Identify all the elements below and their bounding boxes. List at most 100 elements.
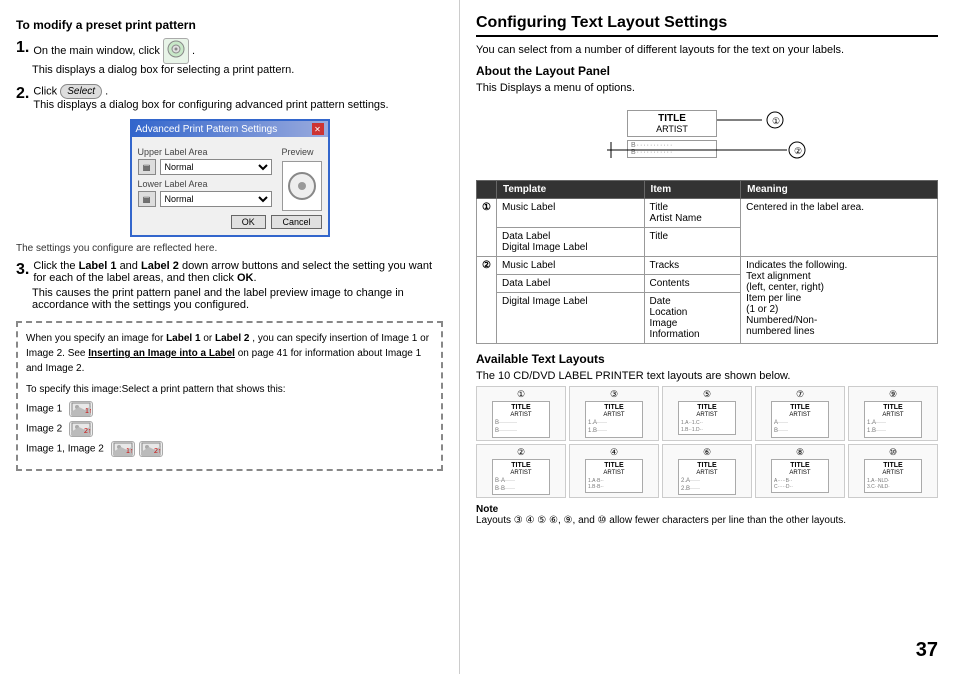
image2-icon: 2↑ [69, 421, 93, 437]
lower-icon: ▤ [138, 191, 156, 207]
preview-inner [298, 182, 306, 190]
meaning-centered: Centered in the label area. [741, 199, 938, 257]
lower-label-row: ▤ Normal [138, 191, 272, 207]
layout-preview: TITLE ARTIST 2.A····· 2.B····· [678, 459, 736, 495]
step-3-text4: . [253, 272, 256, 284]
template-digital2: Digital Image Label [496, 293, 644, 344]
list-item: ④ TITLE ARTIST 1.A·B·· 1.B·B·· [569, 444, 659, 498]
table-row: ① Music Label TitleArtist Name Centered … [477, 199, 938, 228]
lower-label-select[interactable]: Normal [160, 191, 272, 207]
list-item: ② TITLE ARTIST B·A····· B·B····· [476, 444, 566, 498]
list-item: ① TITLE ARTIST B········· B········· [476, 386, 566, 440]
svg-text:2↑: 2↑ [84, 428, 91, 435]
svg-text:1↑: 1↑ [85, 408, 91, 415]
step-1-number: 1. [16, 38, 29, 57]
lower-label-section: Lower Label Area [138, 179, 272, 189]
note-para2: To specify this image:Select a print pat… [26, 382, 433, 397]
layout-num: ③ [572, 389, 656, 400]
list-item: ⑥ TITLE ARTIST 2.A····· 2.B····· [662, 444, 752, 498]
meaning-indicates: Indicates the following.Text alignment(l… [741, 257, 938, 344]
right-column: Configuring Text Layout Settings You can… [460, 0, 954, 674]
diagram-annotations: ① ② [597, 102, 817, 172]
item-title2: Title [644, 228, 741, 257]
step-2-text2: . [105, 85, 108, 97]
layout-preview: TITLE ARTIST 1.A·B·· 1.B·B·· [585, 459, 643, 493]
list-item: ③ TITLE ARTIST 1.A····· 1.B····· [569, 386, 659, 440]
layout-preview: TITLE ARTIST 1.A····· 1.B····· [864, 401, 922, 437]
item-date-location: DateLocationImageInformation [644, 293, 741, 344]
note-text: Layouts ③ ④ ⑤ ⑥, ⑨, and ⑩ allow fewer ch… [476, 515, 846, 526]
layout-preview: TITLE ARTIST A····· B····· [771, 401, 829, 437]
left-column: To modify a preset print pattern 1. On t… [0, 0, 460, 674]
template-music2: Music Label [496, 257, 644, 275]
step-3: 3. Click the Label 1 and Label 2 down ar… [16, 260, 443, 311]
layout-preview: TITLE ARTIST B·A····· B·B····· [492, 459, 550, 495]
step-2: 2. Click Select . This displays a dialog… [16, 84, 443, 111]
svg-text:1↑: 1↑ [126, 448, 133, 455]
dialog-buttons: OK Cancel [138, 215, 322, 229]
page-number: 37 [916, 639, 938, 662]
preview-box [282, 161, 322, 211]
step-2-number: 2. [16, 84, 29, 103]
step-3-label1: Label 1 [79, 260, 117, 272]
step-2-text3: This displays a dialog box for configuri… [32, 99, 443, 111]
item-title-artist: TitleArtist Name [644, 199, 741, 228]
right-heading: Configuring Text Layout Settings [476, 14, 938, 37]
step-2-content: Click Select . This displays a dialog bo… [32, 84, 443, 111]
svg-text:①: ① [772, 116, 780, 126]
step-3-text1: Click the [33, 260, 75, 272]
table-row: ② Music Label Tracks Indicates the follo… [477, 257, 938, 275]
layout-preview: TITLE ARTIST 1.A····· 1.B····· [585, 401, 643, 437]
note-p2: To specify this image:Select a print pat… [26, 384, 286, 395]
dialog-close-button[interactable]: ✕ [312, 123, 324, 135]
image1-icon: 1↑ [69, 401, 93, 417]
layout-preview: TITLE ARTIST 1.A··NLD· 3.C··NLD· [864, 459, 922, 493]
ok-button[interactable]: OK [231, 215, 266, 229]
note-para1: When you specify an image for Label 1 or… [26, 331, 433, 376]
right-intro: You can select from a number of differen… [476, 43, 938, 58]
step-3-ok: OK [237, 272, 254, 284]
layout-num: ② [479, 447, 563, 458]
cancel-button[interactable]: Cancel [271, 215, 321, 229]
layout-preview: TITLE ARTIST B········· B········· [492, 401, 550, 437]
step-3-text2: and [120, 260, 138, 272]
note-title: Note [476, 504, 498, 515]
step-3-content: Click the Label 1 and Label 2 down arrow… [32, 260, 443, 311]
row-group-1: ① [477, 199, 497, 257]
layout-num: ⑥ [665, 447, 749, 458]
layout-preview: TITLE ARTIST A·····B·· C·····D·· [771, 459, 829, 493]
note-image12-row: Image 1, Image 2 1↑ 2↑ [26, 441, 433, 457]
image2-label: Image 2 [26, 424, 62, 435]
layout-table: Template Item Meaning ① Music Label Titl… [476, 180, 938, 344]
preview-label: Preview [282, 147, 322, 157]
dialog-caption: The settings you configure are reflected… [16, 243, 443, 254]
dialog-box: Advanced Print Pattern Settings ✕ Previe… [130, 119, 330, 237]
list-item: ⑧ TITLE ARTIST A·····B·· C·····D·· [755, 444, 845, 498]
upper-label-section: Upper Label Area [138, 147, 272, 157]
left-heading: To modify a preset print pattern [16, 18, 443, 32]
step-1-text3: This displays a dialog box for selecting… [32, 64, 443, 76]
step-1: 1. On the main window, click . This disp… [16, 38, 443, 76]
step-3-number: 3. [16, 260, 29, 279]
layout-num: ⑨ [851, 389, 935, 400]
layouts-intro: The 10 CD/DVD LABEL PRINTER text layouts… [476, 370, 938, 382]
main-window-button[interactable] [163, 38, 189, 64]
layout-preview: TITLE ARTIST 1.A··1.C·· 1.B··1.D·· [678, 401, 736, 435]
upper-icon: ▤ [138, 159, 156, 175]
note-label2: Label 2 [215, 333, 249, 344]
svg-text:2↑: 2↑ [154, 448, 161, 455]
list-item: ⑩ TITLE ARTIST 1.A··NLD· 3.C··NLD· [848, 444, 938, 498]
select-button[interactable]: Select [60, 84, 102, 99]
preview-circle [288, 172, 316, 200]
note-box: When you specify an image for Label 1 or… [16, 321, 443, 471]
th-template: Template [496, 181, 644, 199]
layout-num: ① [479, 389, 563, 400]
step-2-text1: Click [33, 85, 57, 97]
note-p1-t2: or [203, 333, 212, 344]
image1-label: Image 1 [26, 404, 62, 415]
panel-heading: About the Layout Panel [476, 64, 938, 78]
step-1-text1: On the main window, click [33, 45, 160, 57]
list-item: ⑤ TITLE ARTIST 1.A··1.C·· 1.B··1.D·· [662, 386, 752, 440]
upper-label-select[interactable]: Normal [160, 159, 272, 175]
row-group-2: ② [477, 257, 497, 344]
